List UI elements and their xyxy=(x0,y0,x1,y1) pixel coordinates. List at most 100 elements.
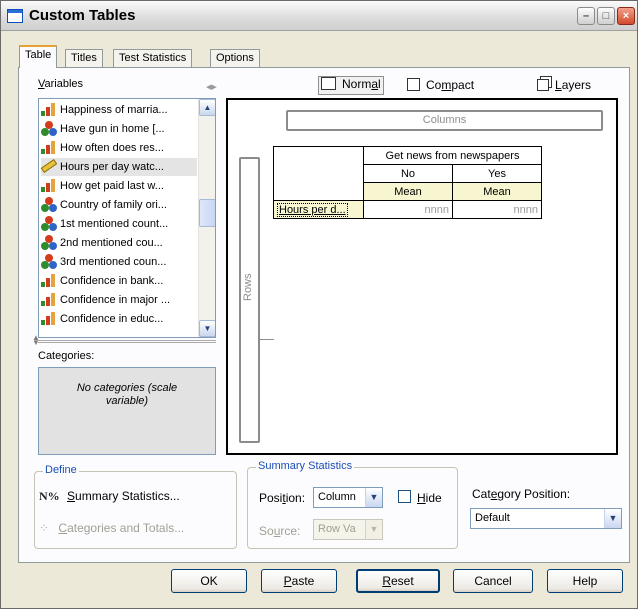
variable-list-item[interactable]: Have gun in home [... xyxy=(41,120,197,138)
variable-label: 2nd mentioned cou... xyxy=(60,237,163,249)
variable-list-item[interactable]: 2nd mentioned cou... xyxy=(41,234,197,252)
categories-box: No categories (scale variable) xyxy=(38,367,216,455)
position-dropdown[interactable]: Column ▼ xyxy=(313,487,383,508)
ordinal-bar-icon xyxy=(41,273,57,287)
reset-button[interactable]: Reset xyxy=(356,569,440,593)
source-value: Row Va xyxy=(318,523,356,535)
define-group: Define xyxy=(34,464,237,549)
maximize-button[interactable]: □ xyxy=(597,7,615,25)
source-dropdown[interactable]: Row Va ▼ xyxy=(313,519,383,540)
categories-totals-button[interactable]: ⁘ Categories and Totals... xyxy=(39,521,184,535)
categories-label: Categories: xyxy=(38,350,95,362)
nominal-circles-icon xyxy=(41,235,57,250)
category-position-value: Default xyxy=(475,512,510,524)
variable-label: How often does res... xyxy=(60,142,164,154)
ordinal-bar-icon xyxy=(41,311,57,325)
nominal-circles-icon xyxy=(41,197,57,212)
window-icon xyxy=(7,9,23,23)
scale-ruler-icon xyxy=(40,158,58,174)
statistic-header[interactable]: Mean xyxy=(452,182,542,201)
variable-label: Confidence in bank... xyxy=(60,275,164,287)
column-category-no[interactable]: No xyxy=(363,164,453,183)
variable-list-item[interactable]: Confidence in educ... xyxy=(41,310,197,328)
ordinal-bar-icon xyxy=(41,102,57,116)
data-cell: nnnn xyxy=(363,200,453,219)
source-label: Source: xyxy=(259,524,301,538)
cancel-button[interactable]: Cancel xyxy=(453,569,533,593)
variables-scrollbar[interactable]: ▲ ▼ xyxy=(198,99,215,337)
variable-list-item[interactable]: 1st mentioned count... xyxy=(41,215,197,233)
variable-label: 1st mentioned count... xyxy=(60,218,169,230)
variable-list-item[interactable]: Confidence in bank... xyxy=(41,272,197,290)
summary-statistics-group-label: Summary Statistics xyxy=(256,460,355,472)
hide-checkbox[interactable] xyxy=(398,490,411,503)
chevron-down-icon: ▼ xyxy=(365,488,382,507)
statistic-header[interactable]: Mean xyxy=(363,182,453,201)
categories-empty-text: No categories (scale variable) xyxy=(76,382,178,407)
summary-stats-icon: N% xyxy=(39,489,60,503)
category-position-label: Category Position: xyxy=(472,487,571,501)
variable-list-item[interactable]: 3rd mentioned coun... xyxy=(41,253,197,271)
minimize-button[interactable]: – xyxy=(577,7,595,25)
close-button[interactable]: × xyxy=(617,7,635,25)
corner-cell xyxy=(273,146,364,201)
variable-list-item[interactable]: Country of family ori... xyxy=(41,196,197,214)
variable-label: Confidence in educ... xyxy=(60,313,164,325)
variable-label: Confidence in major ... xyxy=(60,294,171,306)
column-category-yes[interactable]: Yes xyxy=(452,164,542,183)
splitter-arrows-icon[interactable]: ◀▶ xyxy=(206,83,217,91)
columns-drop-zone[interactable]: Columns xyxy=(286,110,603,131)
scroll-up-button[interactable]: ▲ xyxy=(199,99,215,116)
normal-view-button[interactable]: Normal xyxy=(318,76,384,95)
layers-icon xyxy=(537,79,549,91)
summary-statistics-button[interactable]: N% Summary Statistics... xyxy=(39,489,180,504)
tab-test-statistics[interactable]: Test Statistics xyxy=(113,49,193,67)
chevron-down-icon: ▼ xyxy=(365,520,382,539)
compact-icon xyxy=(407,78,420,91)
list-splitter[interactable] xyxy=(38,340,216,343)
columns-label: Columns xyxy=(422,114,467,126)
title-bar[interactable]: Custom Tables – □ × xyxy=(1,1,637,31)
ordinal-bar-icon xyxy=(41,178,57,192)
column-variable-header[interactable]: Get news from newspapers xyxy=(363,146,542,165)
row-variable-cell[interactable]: Hours per d... xyxy=(273,200,364,219)
hide-label: Hide xyxy=(417,491,442,505)
categories-totals-icon: ⁘ xyxy=(39,521,50,535)
ok-button[interactable]: OK xyxy=(171,569,247,593)
table-preview: Get news from newspapers No Yes Mean Mea… xyxy=(273,146,542,219)
data-cell: nnnn xyxy=(452,200,542,219)
variable-label: Country of family ori... xyxy=(60,199,167,211)
variables-label: Variables xyxy=(38,78,84,90)
rows-label: Rows xyxy=(242,273,254,301)
nominal-circles-icon xyxy=(41,216,57,231)
tab-table[interactable]: Table xyxy=(19,45,58,68)
variable-label: Have gun in home [... xyxy=(60,123,165,135)
variable-list-item[interactable]: How often does res... xyxy=(41,139,197,157)
ordinal-bar-icon xyxy=(41,140,57,154)
variable-list-item[interactable]: Hours per day watc... xyxy=(40,158,197,176)
tab-titles[interactable]: Titles xyxy=(65,49,103,67)
variable-label: How get paid last w... xyxy=(60,180,164,192)
compact-view-button[interactable]: Compact xyxy=(407,78,474,92)
position-value: Column xyxy=(318,491,356,503)
help-button[interactable]: Help xyxy=(547,569,623,593)
rows-connector xyxy=(260,339,274,340)
nominal-circles-icon xyxy=(41,254,57,269)
chevron-down-icon: ▼ xyxy=(604,509,621,528)
variables-list[interactable]: Happiness of marria... Have gun in home [… xyxy=(38,98,216,338)
variable-label: Hours per day watc... xyxy=(60,161,164,173)
position-label: Position: xyxy=(259,491,306,505)
scroll-down-button[interactable]: ▼ xyxy=(199,320,215,337)
layers-button[interactable]: Layers xyxy=(537,78,591,92)
variable-list-item[interactable]: Confidence in major ... xyxy=(41,291,197,309)
nominal-circles-icon xyxy=(41,121,57,136)
paste-button[interactable]: Paste xyxy=(261,569,337,593)
window-title: Custom Tables xyxy=(29,7,136,24)
scroll-thumb[interactable] xyxy=(199,199,215,227)
variable-label: Happiness of marria... xyxy=(60,104,168,116)
custom-tables-dialog: Custom Tables – □ × Table Titles Test St… xyxy=(0,0,638,609)
category-position-dropdown[interactable]: Default ▼ xyxy=(470,508,622,529)
variable-list-item[interactable]: How get paid last w... xyxy=(41,177,197,195)
tab-options[interactable]: Options xyxy=(210,49,260,67)
variable-list-item[interactable]: Happiness of marria... xyxy=(41,101,197,119)
